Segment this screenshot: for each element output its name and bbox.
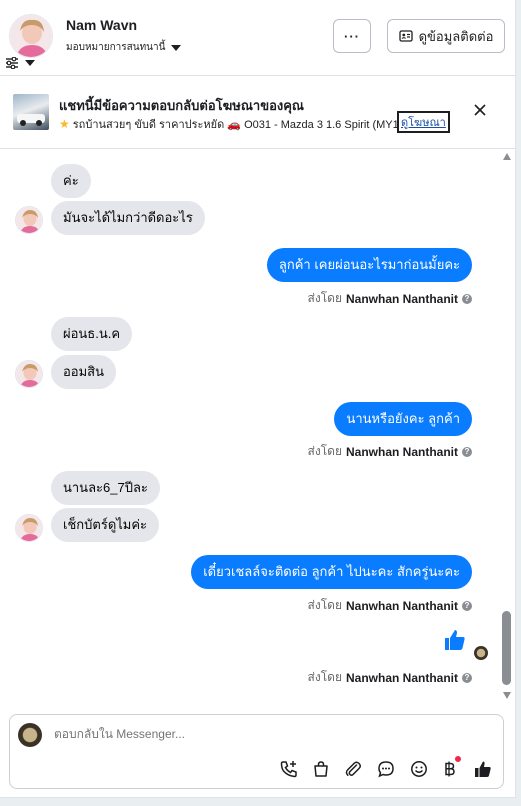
- ad-banner-subtitle: รถบ้านสวยๆ ขับดี ราคาประหยัด 🚗 O031 - Ma…: [72, 119, 408, 131]
- scroll-down-arrow-icon[interactable]: [503, 692, 511, 699]
- shopping-bag-icon: [314, 761, 328, 777]
- sent-by-label: ส่งโดย Nanwhan Nanthanit ?: [308, 596, 472, 615]
- call-button[interactable]: [278, 758, 300, 780]
- sender-avatar[interactable]: [15, 360, 43, 388]
- sent-by-label: ส่งโดย Nanwhan Nanthanit ?: [308, 289, 472, 308]
- conversation-header: Nam Wavn มอบหมายการสนทนานี้ ··· ดูข้อมูล…: [0, 0, 515, 76]
- paperclip-icon: [345, 761, 361, 776]
- scroll-up-arrow-icon[interactable]: [503, 153, 511, 160]
- sent-by-prefix: ส่งโดย: [307, 291, 342, 305]
- assign-label: มอบหมายการสนทนานี้: [66, 42, 166, 53]
- more-icon: ···: [344, 28, 360, 44]
- sent-by-name: Nanwhan Nanthanit: [345, 444, 458, 459]
- sender-avatar[interactable]: [15, 206, 43, 234]
- shop-button[interactable]: [310, 758, 332, 780]
- like-message[interactable]: [443, 628, 467, 657]
- thumbs-up-icon: [475, 761, 491, 777]
- view-contact-info-button[interactable]: ดูข้อมูลติดต่อ: [387, 19, 505, 53]
- sent-by-prefix: ส่งโดย: [307, 598, 342, 612]
- payment-button[interactable]: [439, 756, 461, 780]
- page-avatar: [18, 723, 42, 747]
- chevron-down-icon: [25, 60, 35, 66]
- saved-replies-button[interactable]: [375, 758, 397, 780]
- attach-button[interactable]: [342, 758, 364, 780]
- incoming-message[interactable]: นานละ6_7ปีละ: [51, 471, 160, 505]
- filter-icon: [6, 57, 18, 69]
- scrollbar[interactable]: [501, 153, 513, 699]
- send-like-button[interactable]: [472, 758, 494, 780]
- contact-avatar[interactable]: [9, 14, 53, 58]
- info-icon[interactable]: ?: [462, 600, 472, 611]
- ad-banner-subtitle-row: ★ รถบ้านสวยๆ ขับดี ราคาประหยัด 🚗 O031 - …: [59, 115, 408, 133]
- contact-name: Nam Wavn: [66, 17, 138, 33]
- incoming-message[interactable]: ค่ะ: [51, 164, 91, 198]
- sent-by-label: ส่งโดย Nanwhan Nanthanit ?: [308, 668, 472, 687]
- phone-add-icon: [280, 761, 297, 778]
- baht-icon: [445, 761, 455, 777]
- ad-thumbnail: [13, 94, 49, 130]
- contact-info-label: ดูข้อมูลติดต่อ: [418, 28, 494, 44]
- incoming-message[interactable]: เช็กบัตร์ดูไมค่ะ: [51, 508, 160, 542]
- conversation-panel: Nam Wavn มอบหมายการสนทนานี้ ··· ดูข้อมูล…: [0, 0, 516, 798]
- sent-by-prefix: ส่งโดย: [307, 444, 342, 458]
- chat-bubble-icon: [378, 761, 394, 778]
- sent-by-name: Nanwhan Nanthanit: [345, 291, 458, 306]
- ad-banner-title: แชทนี้มีข้อความตอบกลับต่อโฆษณาของคุณ: [59, 98, 304, 113]
- info-icon[interactable]: ?: [462, 446, 472, 457]
- incoming-message[interactable]: ผ่อนธ.น.ค: [51, 317, 133, 351]
- sender-avatar: [474, 646, 488, 660]
- outgoing-message[interactable]: เดี๋ยวเชลล์จะติดต่อ ลูกค้า ไปนะคะ สักครู…: [191, 555, 472, 589]
- chevron-down-icon: [171, 44, 182, 51]
- scrollbar-thumb[interactable]: [502, 611, 511, 685]
- sent-by-name: Nanwhan Nanthanit: [345, 670, 458, 685]
- incoming-message[interactable]: มันจะได้ไมกว่าดีดอะไร: [51, 201, 205, 235]
- sent-by-prefix: ส่งโดย: [307, 670, 342, 684]
- message-thread: ค่ะ มันจะได้ไมกว่าดีดอะไร ลูกค้า เคยผ่อน…: [0, 150, 515, 706]
- info-icon[interactable]: ?: [462, 293, 472, 304]
- like-icon: [445, 630, 465, 650]
- star-icon: ★: [59, 117, 70, 131]
- more-options-button[interactable]: ···: [333, 19, 371, 53]
- emoji-icon: [411, 761, 427, 777]
- sent-by-name: Nanwhan Nanthanit: [345, 598, 458, 613]
- outgoing-message[interactable]: ลูกค้า เคยผ่อนอะไรมาก่อนมั้ยคะ: [266, 248, 472, 282]
- emoji-button[interactable]: [408, 758, 430, 780]
- assign-conversation-dropdown[interactable]: มอบหมายการสนทนานี้: [66, 40, 182, 55]
- ad-reply-banner: แชทนี้มีข้อความตอบกลับต่อโฆษณาของคุณ ★ ร…: [0, 77, 515, 149]
- sent-by-label: ส่งโดย Nanwhan Nanthanit ?: [308, 442, 472, 461]
- close-banner-button[interactable]: [474, 103, 486, 121]
- sender-avatar[interactable]: [15, 514, 43, 542]
- info-icon[interactable]: ?: [462, 672, 472, 683]
- reply-input[interactable]: [54, 727, 454, 741]
- incoming-message[interactable]: ออมสิน: [51, 355, 117, 389]
- filter-dropdown[interactable]: [5, 57, 35, 69]
- outgoing-message[interactable]: นานหรือยังคะ ลูกค้า: [334, 402, 472, 436]
- notification-dot: [455, 756, 461, 762]
- contact-card-icon: [398, 30, 413, 42]
- close-icon: [474, 104, 486, 116]
- view-ad-link[interactable]: ดูโฆษณา: [397, 111, 450, 133]
- message-composer: [9, 714, 504, 789]
